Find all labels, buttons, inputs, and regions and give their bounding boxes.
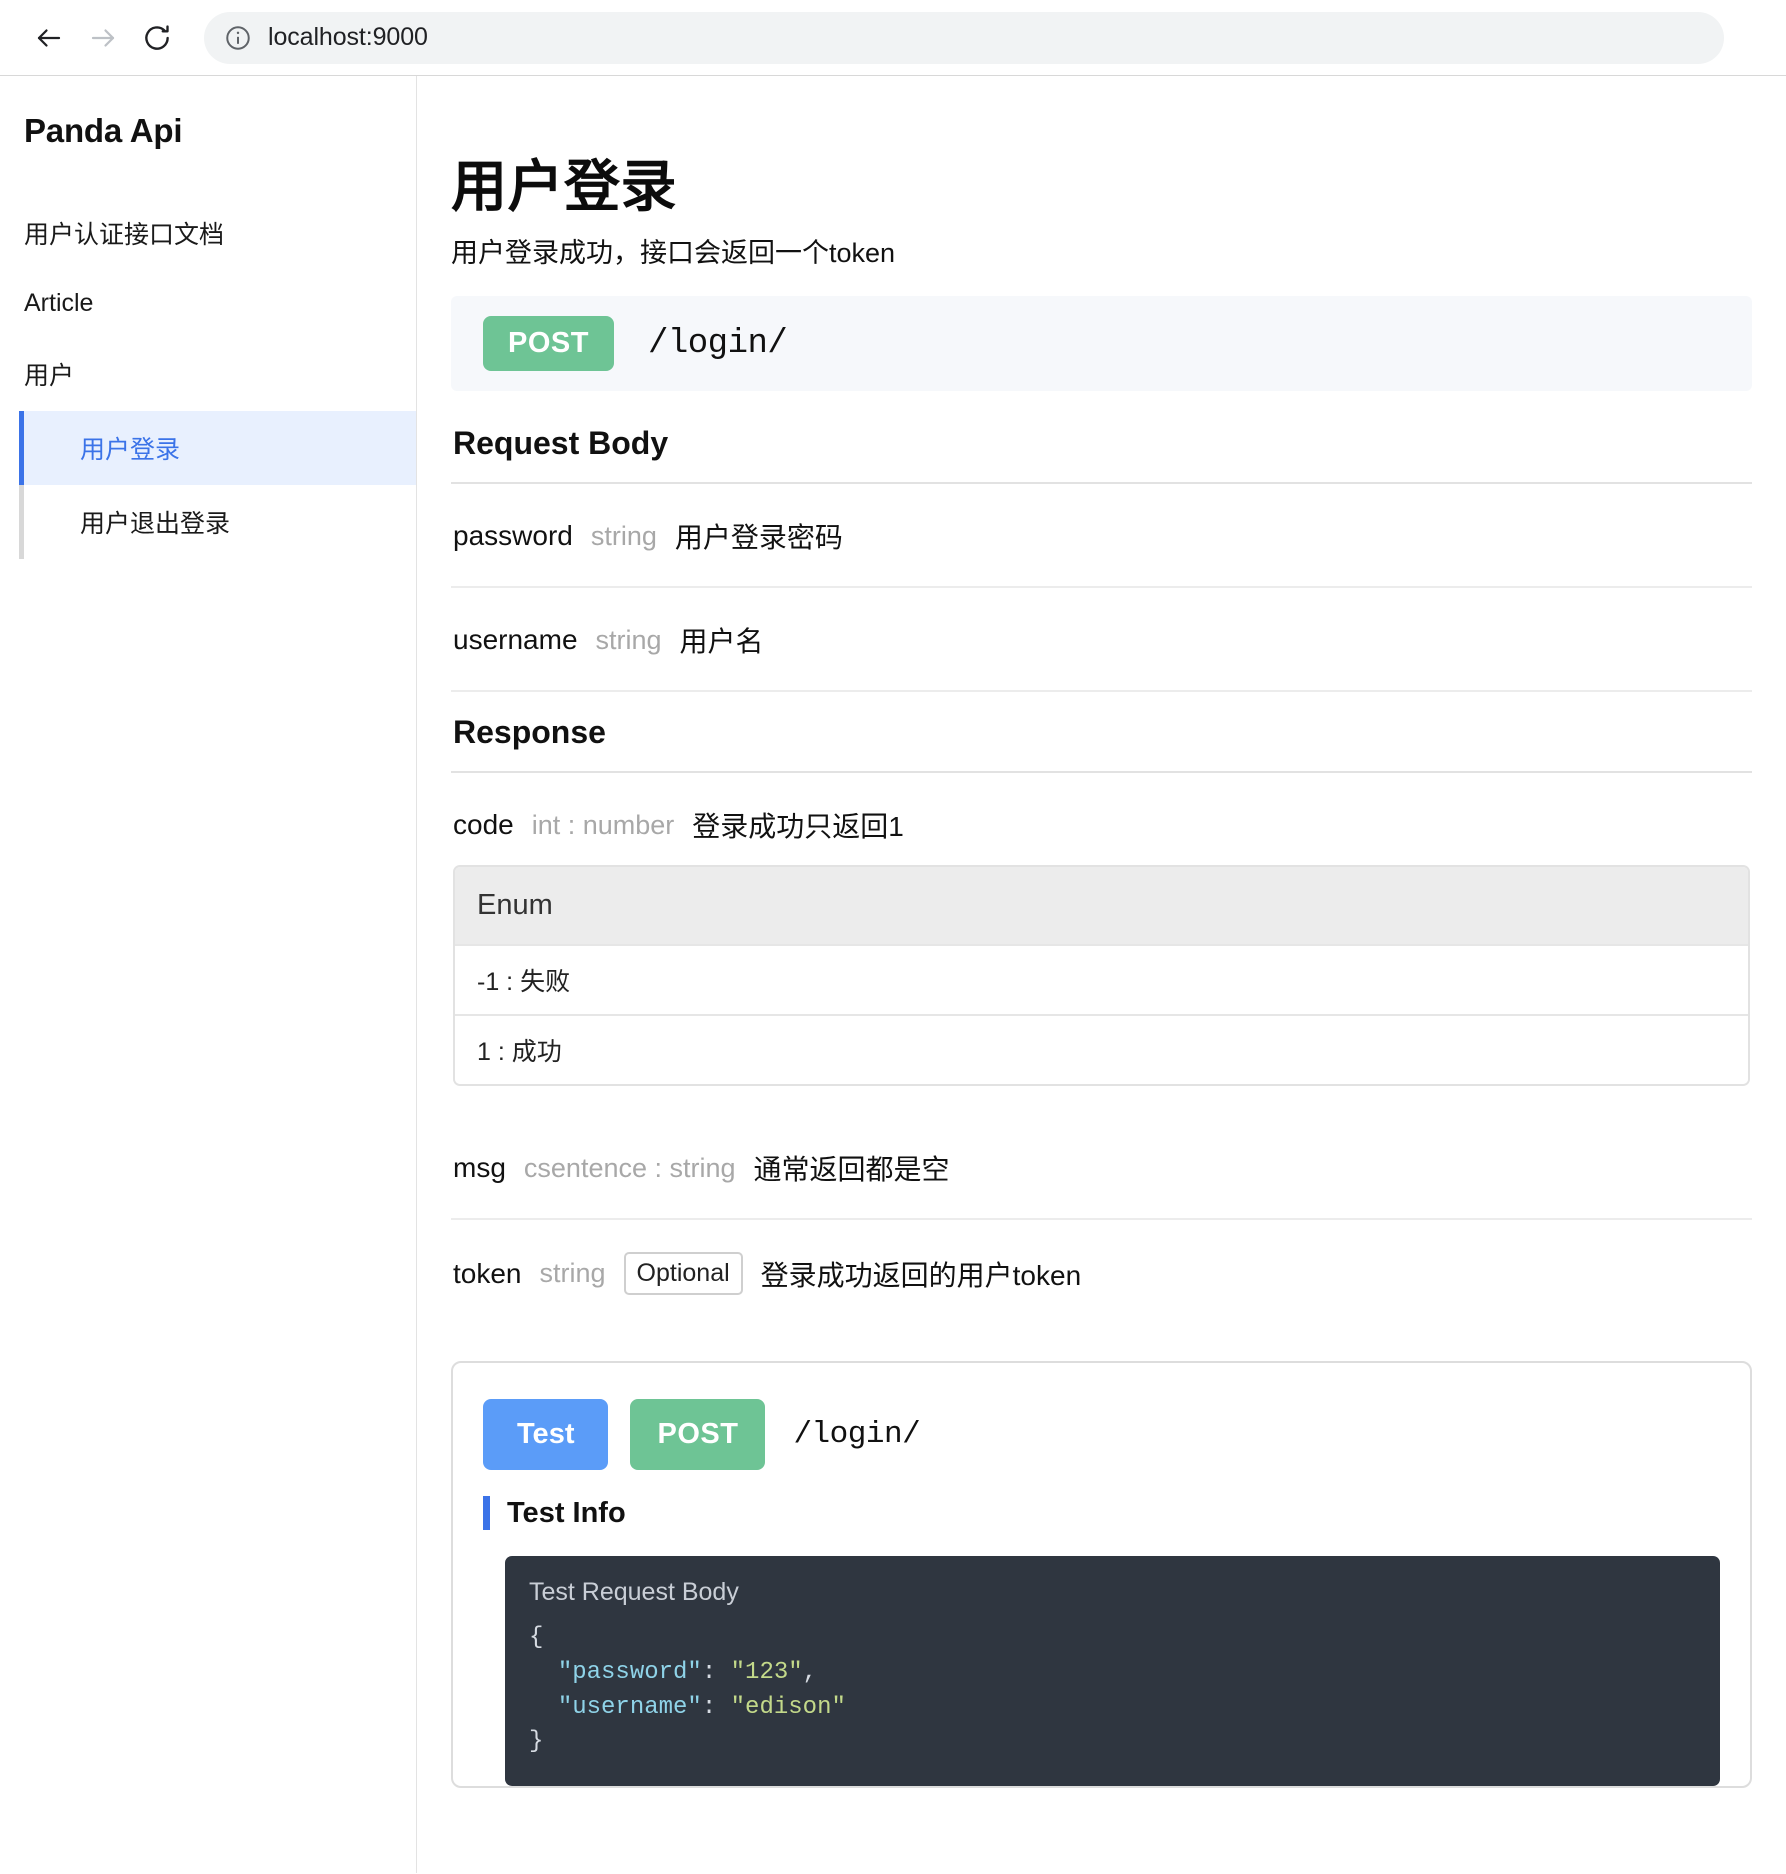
code-key: "password" xyxy=(558,1659,702,1686)
arrow-right-icon xyxy=(88,23,118,53)
reload-icon xyxy=(142,23,172,53)
field-description: 登录成功只返回1 xyxy=(692,805,904,845)
code-separator: : xyxy=(702,1659,731,1686)
code-block-content: { "password": "123", "username": "edison… xyxy=(529,1621,1696,1760)
enum-table-header: Enum xyxy=(455,867,1748,944)
sidebar-item-auth-doc[interactable]: 用户认证接口文档 xyxy=(0,196,416,270)
test-panel: Test POST /login/ Test Info Test Request… xyxy=(451,1361,1752,1788)
sidebar-item-article[interactable]: Article xyxy=(0,270,416,337)
code-comma: , xyxy=(803,1659,817,1686)
field-row-code: code int : number 登录成功只返回1 Enum -1 : 失败 … xyxy=(451,773,1752,1116)
code-key: "username" xyxy=(558,1694,702,1721)
field-description: 通常返回都是空 xyxy=(754,1148,950,1188)
code-separator: : xyxy=(702,1694,731,1721)
field-name: code xyxy=(453,809,514,841)
test-button[interactable]: Test xyxy=(483,1399,608,1470)
field-row-token: token string Optional 登录成功返回的用户token xyxy=(451,1220,1752,1325)
field-type: string xyxy=(591,521,657,552)
enum-table-row: -1 : 失败 xyxy=(455,944,1748,1014)
app-shell: Panda Api 用户认证接口文档 Article 用户 用户登录 用户退出登… xyxy=(0,76,1786,1873)
test-request-body-code: Test Request Body { "password": "123", "… xyxy=(505,1556,1720,1786)
field-name: token xyxy=(453,1258,522,1290)
endpoint-banner: POST /login/ xyxy=(451,296,1752,391)
field-description: 登录成功返回的用户token xyxy=(761,1254,1082,1294)
sidebar-item-user-logout[interactable]: 用户退出登录 xyxy=(19,485,416,559)
sidebar: Panda Api 用户认证接口文档 Article 用户 用户登录 用户退出登… xyxy=(0,76,417,1873)
code-close-brace: } xyxy=(529,1728,543,1755)
enum-table-row: 1 : 成功 xyxy=(455,1014,1748,1084)
sidebar-nav: 用户认证接口文档 Article 用户 用户登录 用户退出登录 xyxy=(0,196,416,559)
field-type: int : number xyxy=(532,810,675,841)
field-type: string xyxy=(540,1258,606,1289)
page-subtitle: 用户登录成功，接口会返回一个token xyxy=(451,231,1752,270)
test-endpoint-path: /login/ xyxy=(793,1417,920,1452)
field-type: string xyxy=(596,625,662,656)
optional-badge: Optional xyxy=(624,1252,743,1295)
sidebar-sublist-user: 用户登录 用户退出登录 xyxy=(0,411,416,559)
code-value: "edison" xyxy=(731,1694,846,1721)
field-name: password xyxy=(453,520,573,552)
accent-bar-icon xyxy=(483,1496,490,1530)
request-body-heading: Request Body xyxy=(453,425,1752,462)
arrow-left-icon xyxy=(34,23,64,53)
code-block-title: Test Request Body xyxy=(529,1578,1696,1607)
back-button[interactable] xyxy=(22,11,76,65)
address-bar-text[interactable]: localhost:9000 xyxy=(268,23,428,52)
info-circle-icon[interactable] xyxy=(224,24,252,52)
sidebar-item-user[interactable]: 用户 xyxy=(0,337,416,411)
field-type: csentence : string xyxy=(524,1153,736,1184)
test-action-row: Test POST /login/ xyxy=(483,1399,1720,1470)
field-name: msg xyxy=(453,1152,506,1184)
code-open-brace: { xyxy=(529,1624,543,1651)
field-name: username xyxy=(453,624,578,656)
test-info-label: Test Info xyxy=(507,1497,626,1530)
field-row-username: username string 用户名 xyxy=(451,588,1752,692)
main-content: 用户登录 用户登录成功，接口会返回一个token POST /login/ Re… xyxy=(417,76,1786,1873)
http-method-badge: POST xyxy=(483,316,614,371)
code-value: "123" xyxy=(731,1659,803,1686)
sidebar-item-user-login[interactable]: 用户登录 xyxy=(19,411,416,485)
field-description: 用户名 xyxy=(680,620,764,660)
endpoint-path: /login/ xyxy=(648,325,787,363)
app-brand-title: Panda Api xyxy=(0,112,416,150)
test-info-header: Test Info xyxy=(483,1496,1720,1530)
forward-button[interactable] xyxy=(76,11,130,65)
page-title: 用户登录 xyxy=(451,142,1752,223)
field-description: 用户登录密码 xyxy=(675,516,843,556)
test-method-badge: POST xyxy=(630,1399,765,1470)
field-row-password: password string 用户登录密码 xyxy=(451,484,1752,588)
response-heading: Response xyxy=(453,714,1752,751)
field-row-msg: msg csentence : string 通常返回都是空 xyxy=(451,1116,1752,1220)
address-bar[interactable]: localhost:9000 xyxy=(204,12,1724,64)
enum-table: Enum -1 : 失败 1 : 成功 xyxy=(453,865,1750,1086)
reload-button[interactable] xyxy=(130,11,184,65)
browser-toolbar: localhost:9000 xyxy=(0,0,1786,76)
